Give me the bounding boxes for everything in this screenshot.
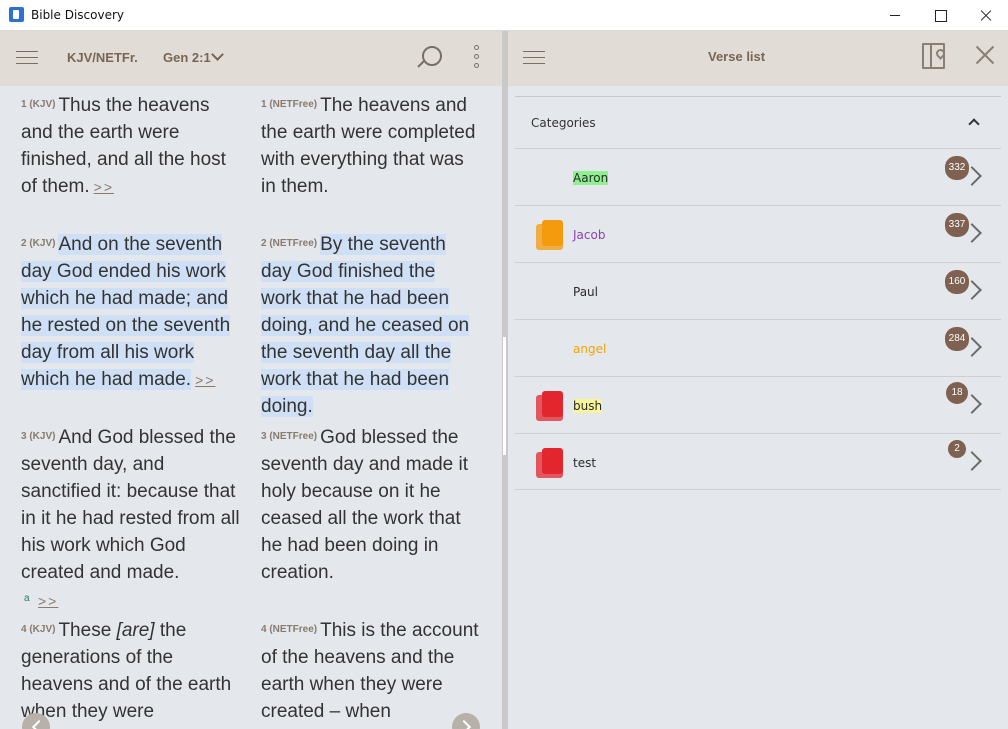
category-label: Aaron (573, 171, 609, 185)
reference-selector[interactable]: Gen 2:1 (163, 50, 211, 65)
verse-list-panel: Categories Aaron 332 Jacob 337 Paul 160 angel 2… (508, 86, 1008, 729)
category-row[interactable]: Aaron 332 (515, 148, 1001, 205)
maximize-button[interactable] (918, 0, 964, 31)
verse-text: The heavens and the earth were completed… (261, 95, 476, 197)
chevron-right-icon[interactable] (962, 451, 982, 471)
menu-icon[interactable] (523, 51, 545, 65)
minimize-button[interactable] (872, 0, 918, 31)
map-icon[interactable] (922, 43, 945, 69)
verse-text: These (58, 620, 117, 641)
bible-text-view[interactable]: 1 (KJV) Thus the heavens and the earth we… (0, 86, 502, 729)
category-label: angel (573, 342, 607, 356)
categories-header[interactable]: Categories (531, 116, 596, 130)
bible-toolbar: KJV/NETFr. Gen 2:1 (0, 31, 502, 86)
more-options-icon[interactable] (474, 45, 479, 69)
verse-number: 3 (KJV) (21, 431, 56, 442)
verse-4-net[interactable]: 4 (NETFree) This is the account of the he… (261, 616, 483, 725)
verse-number: 1 (NETFree) (261, 99, 318, 110)
menu-icon[interactable] (16, 51, 38, 65)
category-row[interactable]: test 2 (515, 433, 1001, 490)
category-label: test (573, 456, 597, 470)
verse-2-net[interactable]: 2 (NETFree) By the seventh day God finish… (261, 230, 471, 420)
verse-number: 2 (NETFree) (261, 238, 318, 249)
window-title: Bible Discovery (31, 8, 124, 22)
divider (515, 96, 1001, 97)
verse-text: And God blessed the seventh day, and san… (21, 427, 240, 583)
verse-4-kjv[interactable]: 4 (KJV) These [are] the generations of th… (21, 616, 241, 725)
panel-title: Verse list (708, 49, 766, 64)
verse-3-net[interactable]: 3 (NETFree) God blessed the seventh day a… (261, 423, 483, 586)
count-badge: 2 (948, 440, 966, 458)
category-label: Paul (573, 285, 598, 299)
verse-text: This is the account of the heavens and t… (261, 620, 479, 722)
footnote-marker[interactable]: a (24, 593, 30, 604)
verse-italic-text: [are] (116, 620, 155, 641)
verse-text: Thus the heavens and the earth were fini… (21, 95, 226, 197)
app-icon (9, 7, 24, 22)
verse-text: God blessed the seventh day and made it … (261, 427, 469, 583)
verse-number: 4 (KJV) (21, 624, 56, 635)
splitter-handle[interactable] (503, 337, 506, 455)
title-bar: Bible Discovery (0, 0, 1008, 31)
verse-2-kjv[interactable]: 2 (KJV) And on the seventh day God ended … (21, 230, 241, 394)
chevron-up-icon[interactable] (968, 118, 980, 130)
category-row[interactable]: bush 18 (515, 376, 1001, 433)
verse-3-kjv[interactable]: 3 (KJV) And God blessed the seventh day, … (21, 423, 241, 586)
verse-number: 1 (KJV) (21, 99, 56, 110)
category-row[interactable]: Jacob 337 (515, 205, 1001, 262)
version-selector[interactable]: KJV/NETFr. (67, 50, 138, 65)
verse-number: 2 (KJV) (21, 238, 56, 249)
verse-text: By the seventh day God finished the work… (261, 234, 470, 417)
window-close-button[interactable] (962, 0, 1008, 31)
chevron-down-icon[interactable] (211, 48, 224, 61)
folder-icon (536, 220, 563, 250)
verse-text: And on the seventh day God ended his wor… (21, 234, 231, 390)
close-icon[interactable] (975, 45, 995, 65)
more-link[interactable]: >> (38, 593, 58, 609)
more-link[interactable]: >> (94, 179, 114, 195)
verse-number: 4 (NETFree) (261, 624, 318, 635)
folder-icon (536, 391, 563, 421)
search-icon[interactable] (417, 44, 443, 70)
folder-icon (536, 448, 563, 478)
category-label: bush (573, 399, 603, 413)
verse-list-toolbar: Verse list (508, 31, 1008, 86)
category-row[interactable]: Paul 160 (515, 262, 1001, 319)
category-row[interactable]: angel 284 (515, 319, 1001, 376)
verse-1-kjv[interactable]: 1 (KJV) Thus the heavens and the earth we… (21, 91, 241, 201)
more-link[interactable]: >> (195, 372, 215, 388)
verse-number: 3 (NETFree) (261, 431, 318, 442)
category-label: Jacob (573, 228, 606, 242)
verse-1-net[interactable]: 1 (NETFree) The heavens and the earth wer… (261, 91, 483, 200)
